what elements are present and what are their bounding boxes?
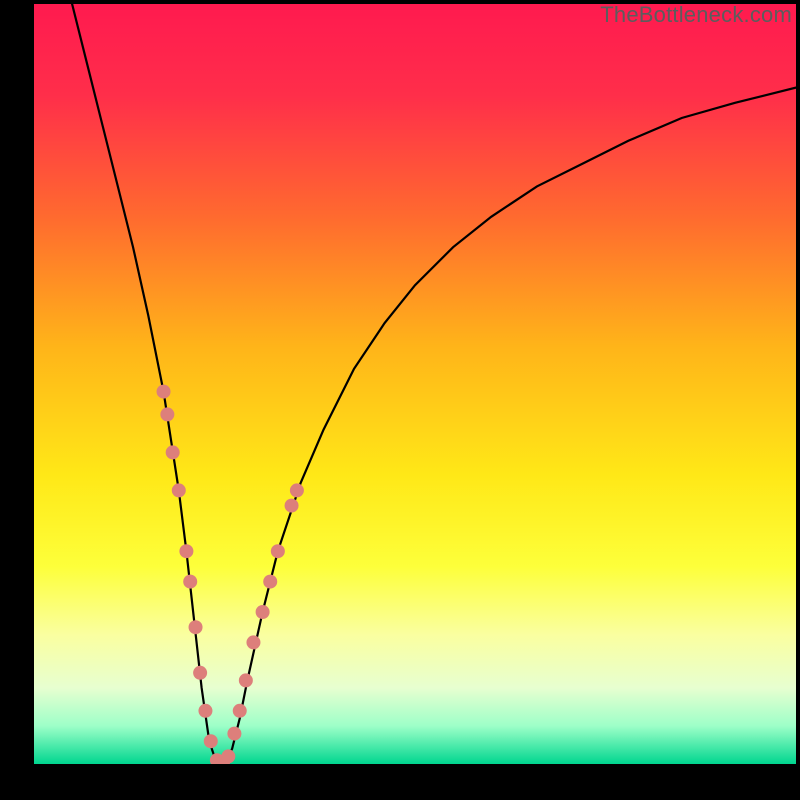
marker-dot — [193, 666, 207, 680]
watermark-text: TheBottleneck.com — [600, 2, 792, 28]
marker-dot — [189, 620, 203, 634]
marker-dot — [285, 499, 299, 513]
marker-dot — [263, 575, 277, 589]
bottleneck-chart — [0, 0, 800, 800]
marker-dot — [183, 575, 197, 589]
marker-dot — [227, 727, 241, 741]
marker-dot — [166, 445, 180, 459]
marker-dot — [221, 749, 235, 763]
marker-dot — [198, 704, 212, 718]
marker-dot — [172, 483, 186, 497]
marker-dot — [271, 544, 285, 558]
marker-dot — [157, 385, 171, 399]
marker-dot — [160, 407, 174, 421]
marker-dot — [179, 544, 193, 558]
marker-dot — [246, 635, 260, 649]
marker-dot — [239, 673, 253, 687]
marker-dot — [204, 734, 218, 748]
marker-dot — [256, 605, 270, 619]
marker-dot — [233, 704, 247, 718]
marker-dot — [290, 483, 304, 497]
